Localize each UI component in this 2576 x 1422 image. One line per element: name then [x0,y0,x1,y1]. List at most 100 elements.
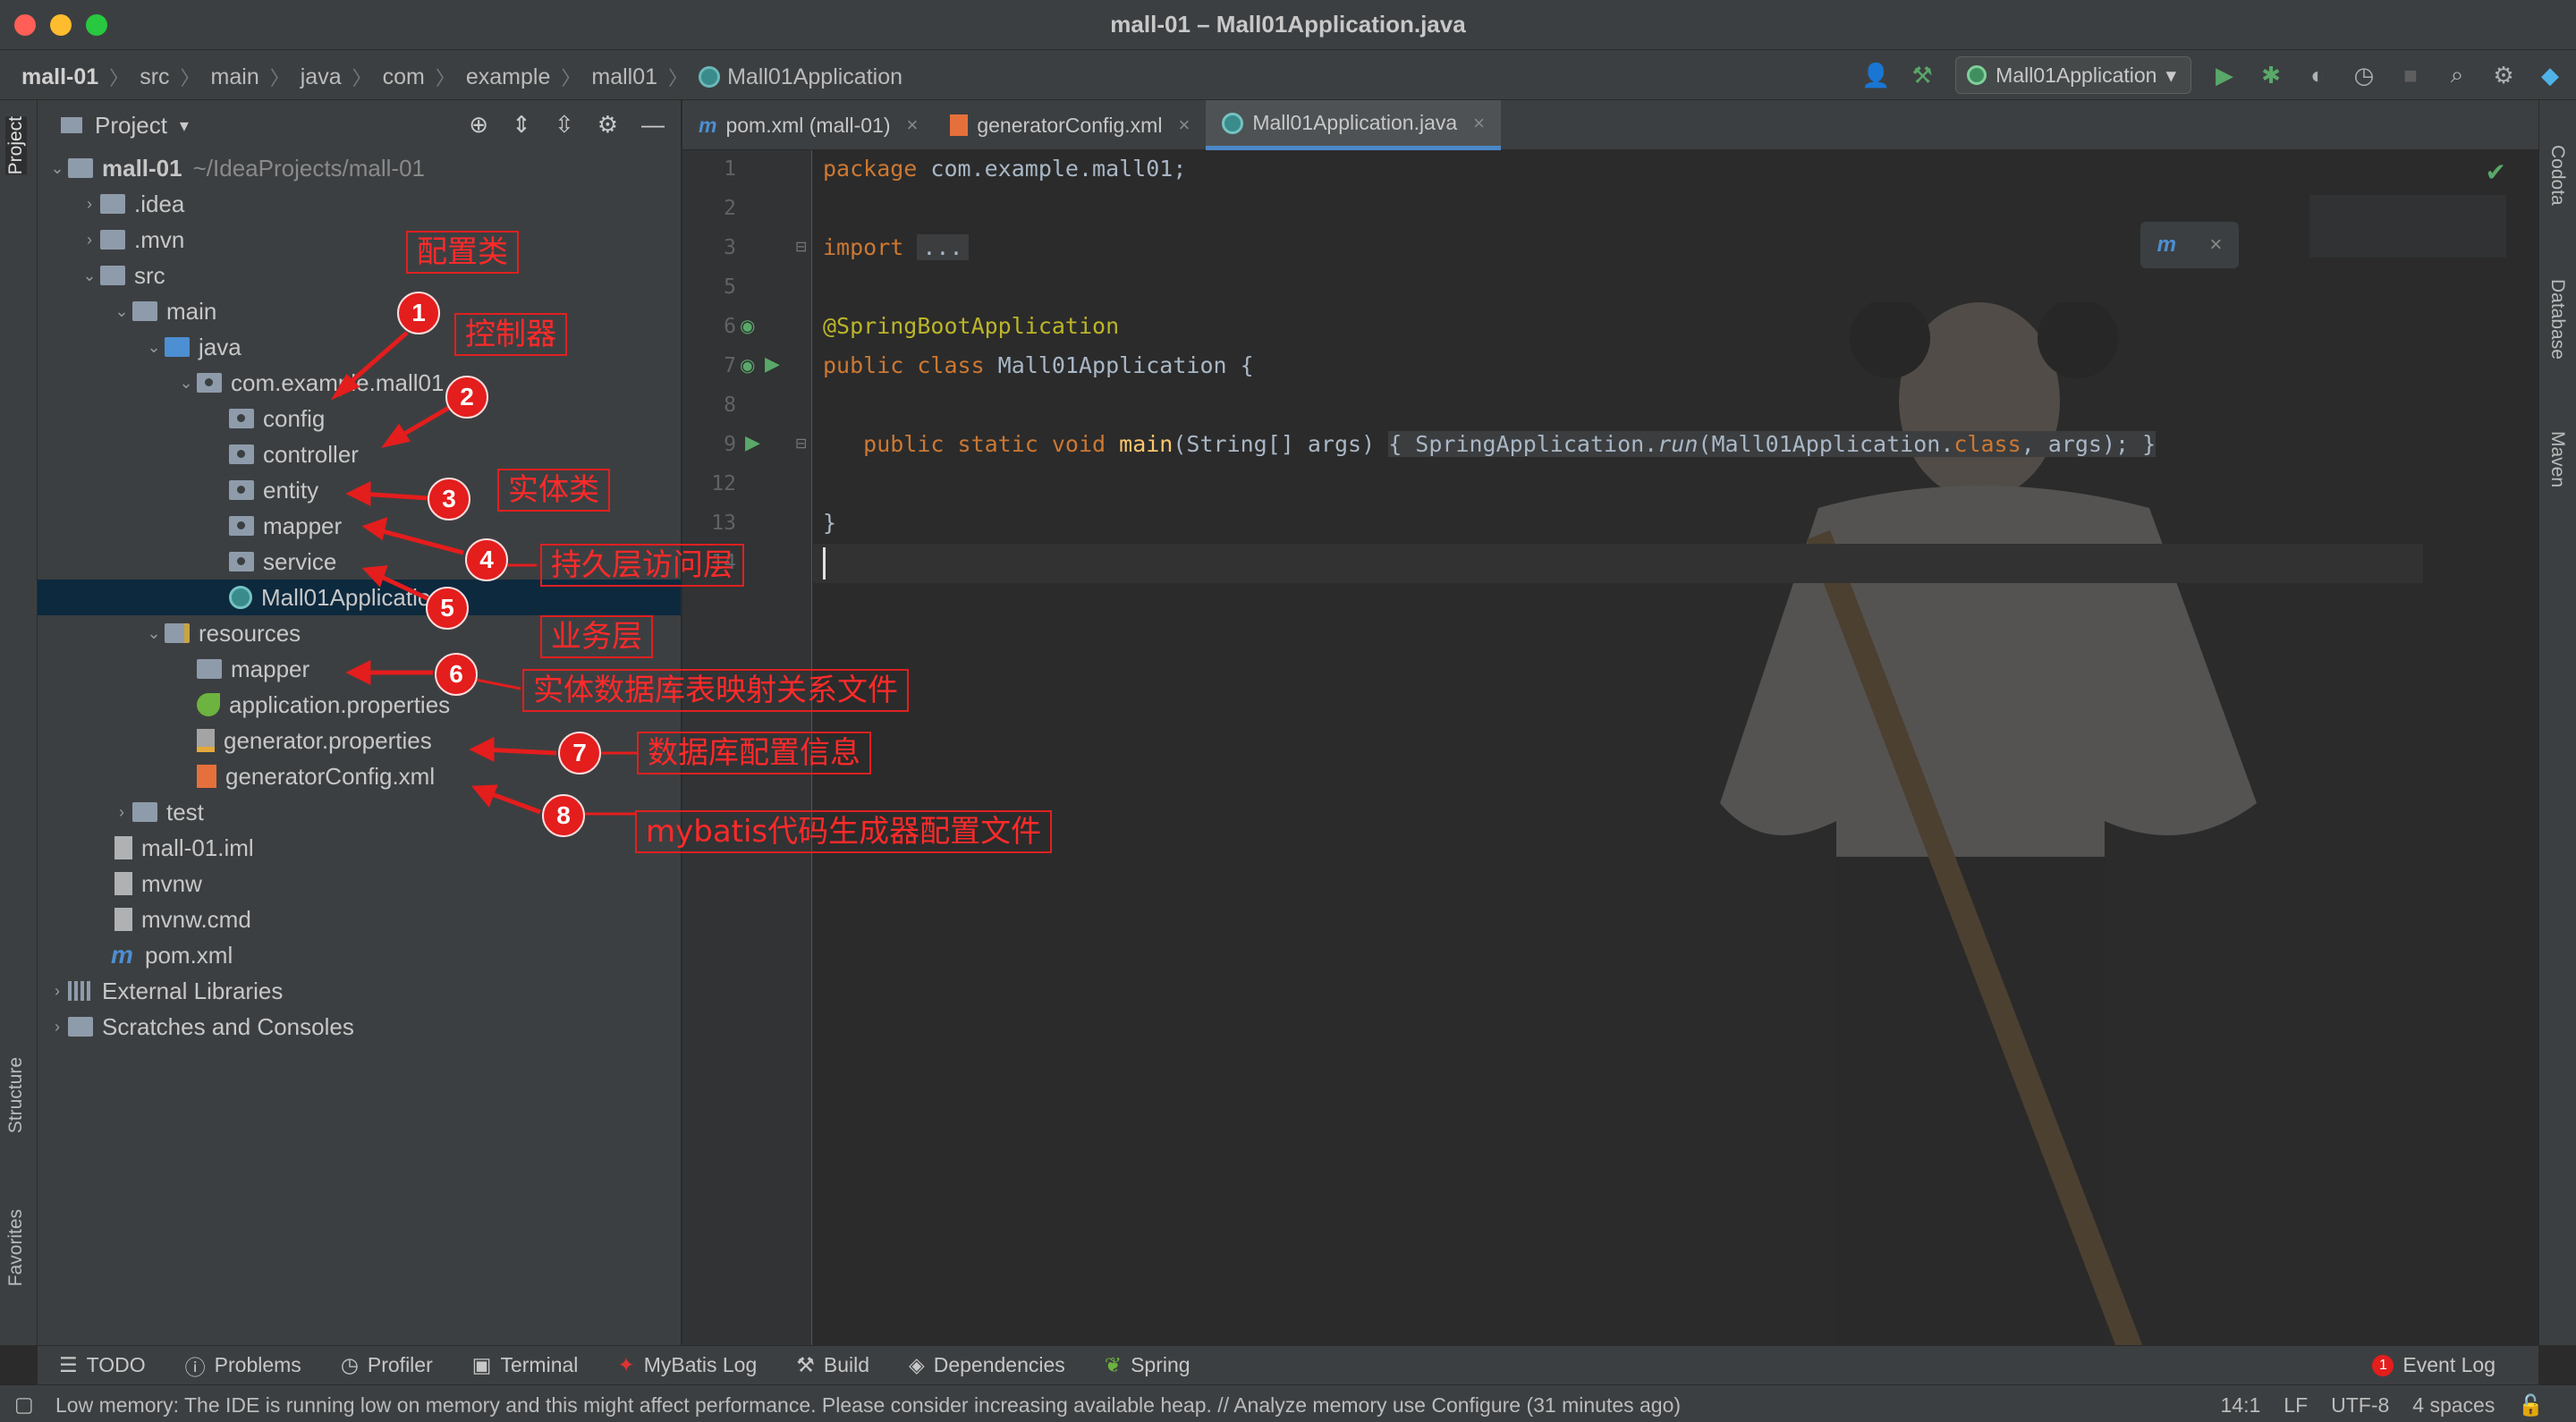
debug-icon[interactable]: ✱ [2258,62,2284,89]
tree-item-controller[interactable]: controller [38,436,681,472]
profile-icon[interactable]: ◷ [2351,62,2377,89]
tree-item-mvnw[interactable]: mvnw [38,866,681,901]
annotation-badge: 1 [397,292,440,334]
breadcrumb-item[interactable]: java [301,64,342,90]
terminal-icon: ▣ [471,1353,492,1376]
tree-item-mall-01-iml[interactable]: mall-01.iml [38,830,681,866]
spring-boot-icon [1967,65,1987,85]
status-message[interactable]: Low memory: The IDE is running low on me… [55,1393,1681,1418]
hammer-icon[interactable]: ⚒ [1909,62,1936,89]
tab-mall01application-java[interactable]: Mall01Application.java × [1206,100,1502,150]
tool-window-profiler[interactable]: ◷ Profiler [341,1353,433,1377]
tool-window-build[interactable]: ⚒ Build [796,1353,869,1377]
tool-window-dependencies[interactable]: ◈ Dependencies [909,1353,1065,1377]
tree-item-mapper[interactable]: mapper [38,508,681,544]
breadcrumb-item[interactable]: mall-01 [21,64,98,90]
tree-item-idea[interactable]: › .idea [38,186,681,222]
breadcrumb-item[interactable]: example [466,64,551,90]
breadcrumb-item[interactable]: src [140,64,169,90]
annotation-label: 业务层 [540,615,653,658]
tree-item-scratches[interactable]: › Scratches and Consoles [38,1009,681,1045]
gear-icon[interactable]: ⚙ [597,111,618,139]
tree-item-mvn[interactable]: › .mvn [38,222,681,258]
current-line-highlight [813,544,2423,583]
tree-item-external-libraries[interactable]: › External Libraries [38,973,681,1009]
tool-window-database[interactable]: Database [2546,279,2568,360]
tool-window-maven[interactable]: Maven [2546,431,2568,487]
fold-icon[interactable]: ⊟ [795,435,807,453]
tree-item-main[interactable]: ⌄ main [38,293,681,329]
line-ending[interactable]: LF [2284,1393,2308,1418]
tree-item-config[interactable]: config [38,401,681,436]
spring-boot-class-icon [699,66,721,88]
add-user-icon[interactable]: 👤 [1861,62,1890,89]
tree-item-mvnw-cmd[interactable]: mvnw.cmd [38,901,681,937]
tool-window-problems[interactable]: ⓘ Problems [185,1350,301,1381]
no-problems-check-icon[interactable]: ✔ [2486,157,2506,187]
caret-position[interactable]: 14:1 [2221,1393,2261,1418]
run-config-label: Mall01Application [1996,63,2157,87]
expand-all-icon[interactable]: ⇕ [512,111,531,139]
project-panel-title[interactable]: Project [95,112,167,140]
indent-setting[interactable]: 4 spaces [2412,1393,2495,1418]
file-encoding[interactable]: UTF-8 [2331,1393,2389,1418]
tool-window-todo[interactable]: ☰ TODO [59,1353,146,1377]
close-icon[interactable]: × [2209,233,2222,258]
spring-bean-gutter-icon[interactable]: ◉ [740,354,755,377]
run-configuration-select[interactable]: Mall01Application ▾ [1955,56,2191,94]
tool-window-codota[interactable]: Codota [2546,145,2568,206]
breadcrumb-item[interactable]: mall01 [591,64,657,90]
close-icon[interactable]: × [906,114,918,137]
project-panel: Project ▾ ⊕ ⇕ ⇳ ⚙ — ⌄ mall-01 ~/IdeaProje… [38,100,682,1345]
run-icon[interactable]: ▶ [2211,62,2238,89]
fold-icon[interactable]: ⊟ [795,238,807,256]
annotation-label: mybatis代码生成器配置文件 [635,810,1053,853]
editor-tabs: m pom.xml (mall-01) × generatorConfig.xm… [682,100,2538,150]
tool-window-terminal[interactable]: ▣ Terminal [472,1353,579,1377]
tab-generatorconfig-xml[interactable]: generatorConfig.xml × [934,100,1206,150]
tool-window-project[interactable]: Project [5,116,27,175]
tool-window-structure[interactable]: Structure [5,1057,27,1133]
close-icon[interactable]: × [1473,112,1485,135]
bottom-tool-bar: ☰ TODO ⓘ Problems ◷ Profiler ▣ Terminal ✦ MyB… [38,1345,2538,1384]
tree-item-package[interactable]: ⌄ com.example.mall01 [38,365,681,401]
tree-item-test[interactable]: › test [38,794,681,830]
coverage-icon[interactable]: ◐ [2304,62,2331,89]
collapse-all-icon[interactable]: ⇳ [555,111,574,139]
spring-bean-gutter-icon[interactable]: ◉ [740,315,755,337]
breadcrumb-item[interactable]: Mall01Application [727,64,902,90]
navigation-bar: mall-01 〉 src 〉 main 〉 java 〉 com 〉 example 〉 … [0,50,2576,100]
breadcrumb: mall-01 〉 src 〉 main 〉 java 〉 com 〉 example 〉 … [21,63,903,90]
panel-toggle-icon[interactable]: ▢ [14,1392,34,1417]
event-log-button[interactable]: 1 Event Log [2372,1353,2496,1377]
search-icon[interactable]: ⌕ [2444,61,2470,89]
gear-icon[interactable]: ⚙ [2490,62,2517,89]
hide-icon[interactable]: — [641,111,665,139]
code-minimap[interactable] [2309,195,2506,258]
tree-item-mall-01[interactable]: ⌄ mall-01 ~/IdeaProjects/mall-01 [38,150,681,186]
tree-item-java[interactable]: ⌄ java [38,329,681,365]
maven-icon: m [699,113,717,137]
lock-icon[interactable]: 🔓 [2518,1393,2544,1418]
maven-reload-icon[interactable]: m [2157,233,2176,258]
main-toolbar: 👤 ⚒ Mall01Application ▾ ▶ ✱ ◐ ◷ ■ ⌕ ⚙ ◆ [1861,56,2563,94]
chevron-down-icon[interactable]: ▾ [180,114,189,137]
close-icon[interactable]: × [1178,114,1190,137]
run-gutter-icon[interactable]: ▶ [745,431,760,454]
tool-window-mybatis-log[interactable]: ✦ MyBatis Log [617,1353,757,1377]
breadcrumb-item[interactable]: main [211,64,259,90]
tab-pom-xml[interactable]: m pom.xml (mall-01) × [682,100,934,150]
tool-window-favorites[interactable]: Favorites [5,1209,27,1286]
tree-item-src[interactable]: ⌄ src [38,258,681,293]
jetbrains-logo[interactable]: ◆ [2537,62,2563,89]
annotation-badge: 2 [445,376,488,419]
tool-window-spring[interactable]: ❦ Spring [1105,1353,1191,1377]
code-editor[interactable]: 1 2 3 5 6 7 8 9 12 13 14 ◉ ◉ ▶ ▶ ⊟ ⊟ pac… [682,150,2538,1345]
run-gutter-icon[interactable]: ▶ [765,352,780,376]
annotation-badge: 3 [428,478,470,521]
spring-boot-class-icon [1222,112,1244,134]
tree-item-pom-xml[interactable]: m pom.xml [38,937,681,973]
stop-icon[interactable]: ■ [2397,62,2424,89]
breadcrumb-item[interactable]: com [383,64,425,90]
locate-icon[interactable]: ⊕ [469,111,488,139]
